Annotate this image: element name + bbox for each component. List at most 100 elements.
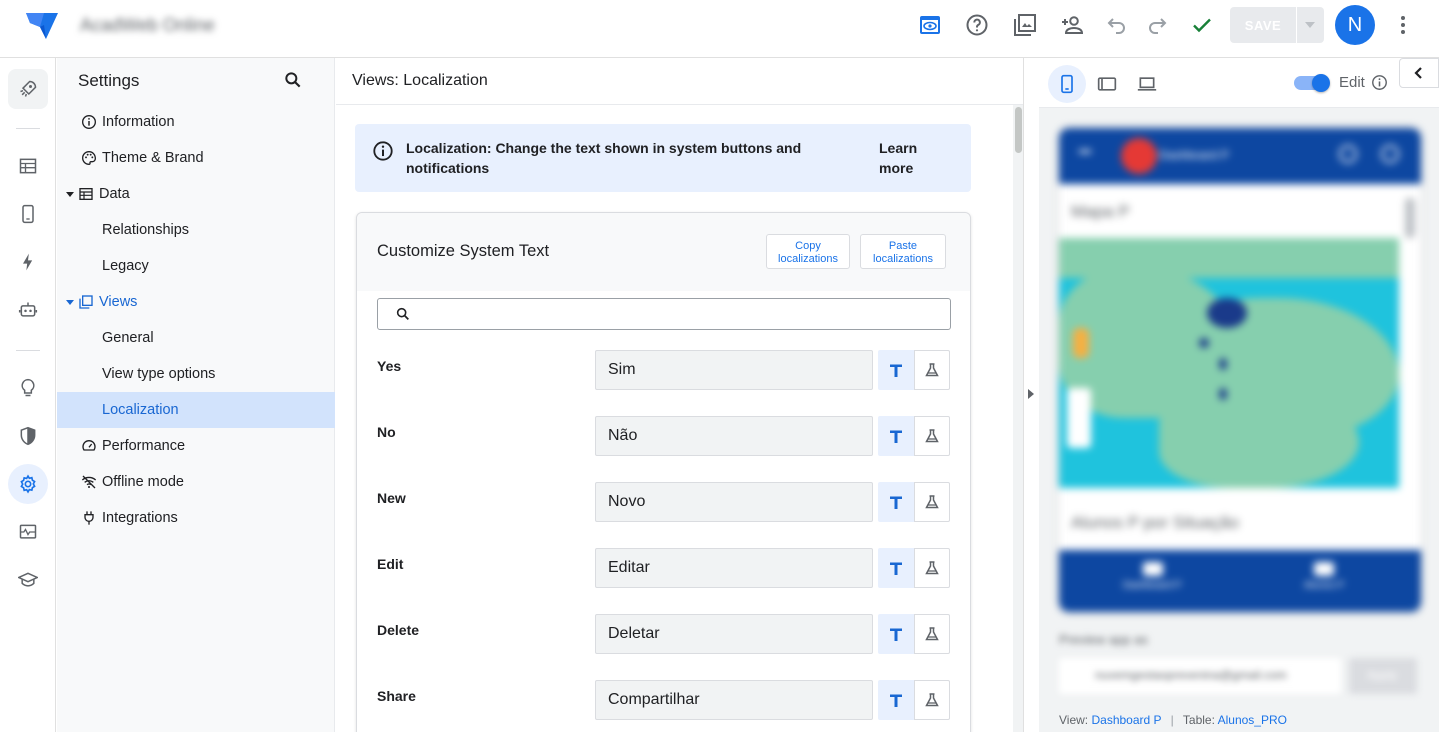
phone-map — [1059, 238, 1399, 488]
text-mode-button[interactable] — [878, 614, 914, 654]
edit-mode-toggle[interactable] — [1294, 74, 1330, 92]
preview-toggle-button[interactable] — [915, 10, 945, 40]
phone-app-logo — [1121, 138, 1157, 174]
phone-icon — [1061, 74, 1073, 94]
text-mode-button[interactable] — [878, 416, 914, 456]
caret-down-icon[interactable] — [65, 191, 75, 197]
rail-actions[interactable] — [8, 242, 48, 282]
nav-label: Theme & Brand — [102, 150, 204, 166]
nav-localization[interactable]: Localization — [57, 392, 335, 428]
localization-value-input[interactable] — [595, 482, 873, 522]
preview-eye-icon — [920, 16, 940, 34]
save-menu-dropdown[interactable] — [1297, 22, 1323, 28]
localization-value-input[interactable] — [595, 350, 873, 390]
flask-icon — [925, 561, 939, 575]
customize-system-text-card: Customize System Text Copy localizations… — [356, 212, 971, 732]
nav-performance[interactable]: Performance — [57, 428, 335, 464]
preview-collapse-handle[interactable] — [1024, 58, 1039, 732]
school-icon — [18, 572, 38, 587]
text-mode-button[interactable] — [878, 548, 914, 588]
search-input[interactable] — [418, 303, 938, 325]
nav-label: Legacy — [102, 258, 149, 274]
nav-view-type-options[interactable]: View type options — [57, 356, 335, 392]
undo-button[interactable] — [1103, 11, 1131, 39]
rail-deploy[interactable] — [8, 69, 48, 109]
status-table-link[interactable]: Alunos_PRO — [1218, 713, 1287, 727]
rail-settings[interactable] — [8, 464, 48, 504]
lightbulb-icon — [21, 378, 35, 397]
text-format-icon — [890, 364, 902, 377]
nav-integrations[interactable]: Integrations — [57, 500, 335, 536]
localization-value-input[interactable] — [595, 548, 873, 588]
rail-learn[interactable] — [8, 560, 48, 600]
vertical-scrollbar[interactable] — [1013, 105, 1023, 732]
nav-relationships[interactable]: Relationships — [57, 212, 335, 248]
card-header: Customize System Text Copy localizations… — [357, 213, 970, 291]
text-mode-button[interactable] — [878, 680, 914, 720]
nav-label: Performance — [102, 438, 186, 454]
rail-security[interactable] — [8, 416, 48, 456]
nav-general[interactable]: General — [57, 320, 335, 356]
nav-theme-brand[interactable]: Theme & Brand — [57, 140, 335, 176]
localization-value-input[interactable] — [595, 680, 873, 720]
preview-as-email-field[interactable]: nuvemgestaoprevenina@gmail.com — [1059, 658, 1341, 694]
app-preview-phone[interactable]: Dashboard P Mapa P Alunos P por Situação… — [1059, 128, 1421, 612]
localization-row: Yes — [357, 350, 970, 424]
expression-mode-button[interactable] — [914, 548, 950, 588]
collapse-preview-button[interactable] — [1399, 58, 1439, 88]
more-options-button[interactable] — [1389, 11, 1417, 39]
localization-key: Share — [377, 688, 416, 704]
expression-mode-button[interactable] — [914, 614, 950, 654]
expression-mode-button[interactable] — [914, 680, 950, 720]
paste-localizations-button[interactable]: Paste localizations — [860, 234, 946, 269]
help-button[interactable] — [963, 11, 991, 39]
validate-button[interactable] — [1188, 11, 1216, 39]
redo-button[interactable] — [1143, 11, 1171, 39]
save-button[interactable]: SAVE — [1230, 7, 1324, 43]
scrollbar-thumb[interactable] — [1015, 107, 1022, 153]
top-app-bar: AcadWeb Online SAVE N — [0, 0, 1439, 58]
rail-automation[interactable] — [8, 290, 48, 330]
rail-monitor[interactable] — [8, 512, 48, 552]
card-title: Customize System Text — [377, 242, 550, 260]
caret-down-icon[interactable] — [65, 299, 75, 305]
text-mode-button[interactable] — [878, 350, 914, 390]
expression-mode-button[interactable] — [914, 350, 950, 390]
rail-data[interactable] — [8, 146, 48, 186]
phone-title: Dashboard P — [1159, 148, 1230, 162]
speed-icon — [80, 437, 98, 455]
expression-mode-button[interactable] — [914, 482, 950, 522]
flask-icon — [925, 429, 939, 443]
localization-row: Edit — [357, 548, 970, 622]
nav-legacy[interactable]: Legacy — [57, 248, 335, 284]
rail-intelligence[interactable] — [8, 368, 48, 408]
nav-information[interactable]: Information — [57, 104, 335, 140]
gallery-button[interactable] — [1011, 11, 1039, 39]
status-view-link[interactable]: Dashboard P — [1091, 713, 1161, 727]
phone-chart-title: Alunos P por Situação — [1071, 513, 1239, 532]
account-avatar[interactable]: N — [1335, 5, 1375, 45]
mobile-device-button[interactable] — [1048, 65, 1086, 103]
localization-value-input[interactable] — [595, 614, 873, 654]
nav-label: View type options — [102, 366, 216, 382]
expression-mode-button[interactable] — [914, 416, 950, 456]
preview-toolbar: Edit — [1039, 58, 1439, 108]
desktop-device-button[interactable] — [1128, 65, 1166, 103]
tablet-device-button[interactable] — [1088, 65, 1126, 103]
info-icon[interactable] — [1371, 74, 1388, 91]
search-icon[interactable] — [283, 70, 303, 90]
copy-localizations-button[interactable]: Copy localizations — [766, 234, 850, 269]
learn-more-link[interactable]: Learn more — [879, 138, 939, 178]
localization-search-field[interactable] — [377, 298, 951, 330]
localization-value-input[interactable] — [595, 416, 873, 456]
apply-button[interactable]: Apply — [1349, 658, 1417, 694]
appsheet-logo-icon[interactable] — [24, 11, 60, 41]
share-app-button[interactable] — [1058, 11, 1086, 39]
nav-views[interactable]: Views — [57, 284, 335, 320]
search-icon — [396, 307, 409, 320]
rail-views[interactable] — [8, 194, 48, 234]
nav-label: Localization — [102, 402, 179, 418]
text-mode-button[interactable] — [878, 482, 914, 522]
nav-data[interactable]: Data — [57, 176, 335, 212]
nav-offline-mode[interactable]: Offline mode — [57, 464, 335, 500]
